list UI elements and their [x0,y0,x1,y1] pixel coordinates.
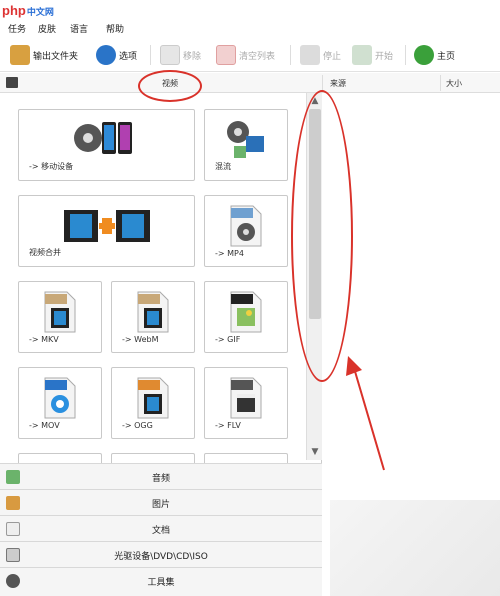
annotation-arrow [346,356,385,471]
app-window: php中文网 任务 皮肤 语言 帮助 输出文件夹 选项 移除 清空列表 停止 开… [0,0,500,596]
